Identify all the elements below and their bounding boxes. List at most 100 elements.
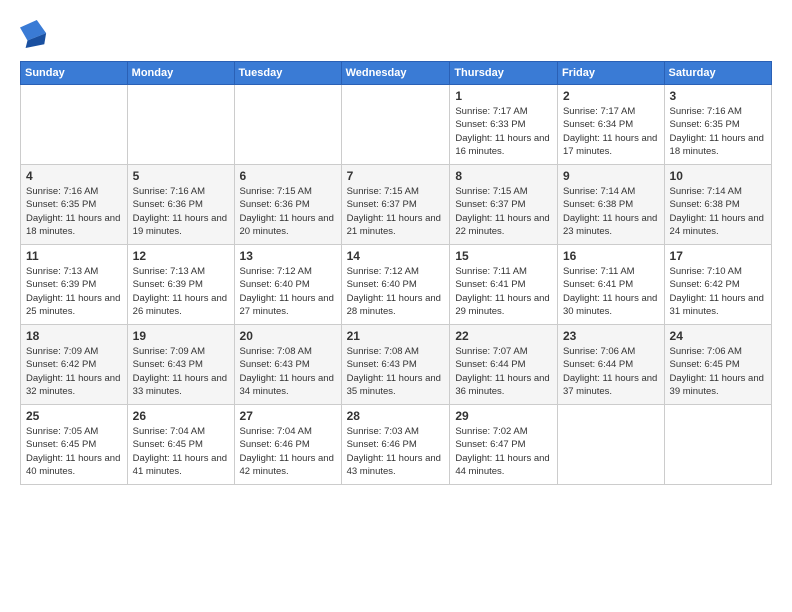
weekday-header: Monday (127, 62, 234, 85)
calendar-cell: 17Sunrise: 7:10 AMSunset: 6:42 PMDayligh… (664, 245, 771, 325)
day-number: 16 (563, 249, 659, 263)
calendar-cell: 23 Sunrise: 7:06 AMSunset: 6:44 PMDayligh… (557, 325, 664, 405)
calendar-cell: 22 Sunrise: 7:07 AMSunset: 6:44 PMDayligh… (450, 325, 558, 405)
day-info: Sunrise: 7:14 AMSunset: 6:38 PMDaylight:… (670, 185, 766, 238)
calendar-cell: 10 Sunrise: 7:14 AMSunset: 6:38 PMDayligh… (664, 165, 771, 245)
day-number: 28 (347, 409, 445, 423)
day-info: Sunrise: 7:04 AMSunset: 6:45 PMDaylight:… (133, 425, 229, 478)
day-info: Sunrise: 7:05 AMSunset: 6:45 PMDaylight:… (26, 425, 122, 478)
day-number: 26 (133, 409, 229, 423)
calendar-cell: 21 Sunrise: 7:08 AMSunset: 6:43 PMDayligh… (341, 325, 450, 405)
day-number: 11 (26, 249, 122, 263)
calendar-cell (127, 85, 234, 165)
day-info: Sunrise: 7:15 AMSunset: 6:37 PMDaylight:… (347, 185, 445, 238)
day-info: Sunrise: 7:08 AMSunset: 6:43 PMDaylight:… (240, 345, 336, 398)
calendar-cell (234, 85, 341, 165)
day-info: Sunrise: 7:11 AMSunset: 6:41 PMDaylight:… (455, 265, 552, 318)
day-number: 1 (455, 89, 552, 103)
weekday-header: Wednesday (341, 62, 450, 85)
day-info: Sunrise: 7:04 AMSunset: 6:46 PMDaylight:… (240, 425, 336, 478)
day-info: Sunrise: 7:15 AMSunset: 6:36 PMDaylight:… (240, 185, 336, 238)
day-info: Sunrise: 7:16 AMSunset: 6:35 PMDaylight:… (670, 105, 766, 158)
calendar-cell: 1 Sunrise: 7:17 AMSunset: 6:33 PMDaylight… (450, 85, 558, 165)
weekday-header: Tuesday (234, 62, 341, 85)
weekday-header: Thursday (450, 62, 558, 85)
day-info: Sunrise: 7:16 AMSunset: 6:35 PMDaylight:… (26, 185, 122, 238)
calendar-cell: 2 Sunrise: 7:17 AMSunset: 6:34 PMDaylight… (557, 85, 664, 165)
calendar-cell: 3 Sunrise: 7:16 AMSunset: 6:35 PMDaylight… (664, 85, 771, 165)
calendar-cell: 9 Sunrise: 7:14 AMSunset: 6:38 PMDaylight… (557, 165, 664, 245)
day-number: 3 (670, 89, 766, 103)
calendar-cell: 8Sunrise: 7:15 AMSunset: 6:37 PMDaylight… (450, 165, 558, 245)
day-number: 15 (455, 249, 552, 263)
title-area (52, 16, 772, 18)
day-info: Sunrise: 7:07 AMSunset: 6:44 PMDaylight:… (455, 345, 552, 398)
day-info: Sunrise: 7:03 AMSunset: 6:46 PMDaylight:… (347, 425, 445, 478)
day-info: Sunrise: 7:06 AMSunset: 6:45 PMDaylight:… (670, 345, 766, 398)
day-info: Sunrise: 7:12 AMSunset: 6:40 PMDaylight:… (240, 265, 336, 318)
day-number: 22 (455, 329, 552, 343)
day-number: 6 (240, 169, 336, 183)
day-number: 8 (455, 169, 552, 183)
calendar-cell: 20 Sunrise: 7:08 AMSunset: 6:43 PMDayligh… (234, 325, 341, 405)
logo (20, 20, 52, 53)
calendar-cell (21, 85, 128, 165)
day-number: 18 (26, 329, 122, 343)
calendar-cell: 16 Sunrise: 7:11 AMSunset: 6:41 PMDayligh… (557, 245, 664, 325)
day-number: 7 (347, 169, 445, 183)
calendar-cell: 29 Sunrise: 7:02 AMSunset: 6:47 PMDayligh… (450, 405, 558, 485)
day-number: 14 (347, 249, 445, 263)
day-info: Sunrise: 7:16 AMSunset: 6:36 PMDaylight:… (133, 185, 229, 238)
calendar-cell: 6 Sunrise: 7:15 AMSunset: 6:36 PMDaylight… (234, 165, 341, 245)
calendar-cell: 27 Sunrise: 7:04 AMSunset: 6:46 PMDayligh… (234, 405, 341, 485)
weekday-header: Saturday (664, 62, 771, 85)
day-number: 12 (133, 249, 229, 263)
calendar-cell: 11 Sunrise: 7:13 AMSunset: 6:39 PMDayligh… (21, 245, 128, 325)
day-info: Sunrise: 7:13 AMSunset: 6:39 PMDaylight:… (26, 265, 122, 318)
day-info: Sunrise: 7:02 AMSunset: 6:47 PMDaylight:… (455, 425, 552, 478)
calendar-cell: 4 Sunrise: 7:16 AMSunset: 6:35 PMDaylight… (21, 165, 128, 245)
logo-icon (20, 20, 48, 53)
day-number: 9 (563, 169, 659, 183)
weekday-header: Sunday (21, 62, 128, 85)
calendar-cell: 18 Sunrise: 7:09 AMSunset: 6:42 PMDayligh… (21, 325, 128, 405)
day-number: 17 (670, 249, 766, 263)
calendar-table: SundayMondayTuesdayWednesdayThursdayFrid… (20, 61, 772, 485)
calendar-cell: 5 Sunrise: 7:16 AMSunset: 6:36 PMDaylight… (127, 165, 234, 245)
day-info: Sunrise: 7:12 AMSunset: 6:40 PMDaylight:… (347, 265, 445, 318)
day-info: Sunrise: 7:09 AMSunset: 6:43 PMDaylight:… (133, 345, 229, 398)
day-info: Sunrise: 7:08 AMSunset: 6:43 PMDaylight:… (347, 345, 445, 398)
calendar-cell: 24 Sunrise: 7:06 AMSunset: 6:45 PMDayligh… (664, 325, 771, 405)
day-info: Sunrise: 7:11 AMSunset: 6:41 PMDaylight:… (563, 265, 659, 318)
day-info: Sunrise: 7:09 AMSunset: 6:42 PMDaylight:… (26, 345, 122, 398)
day-number: 5 (133, 169, 229, 183)
calendar-cell: 12 Sunrise: 7:13 AMSunset: 6:39 PMDayligh… (127, 245, 234, 325)
day-number: 24 (670, 329, 766, 343)
day-number: 4 (26, 169, 122, 183)
calendar-cell: 7 Sunrise: 7:15 AMSunset: 6:37 PMDaylight… (341, 165, 450, 245)
day-number: 25 (26, 409, 122, 423)
header (20, 16, 772, 53)
day-number: 20 (240, 329, 336, 343)
day-number: 29 (455, 409, 552, 423)
day-number: 13 (240, 249, 336, 263)
day-info: Sunrise: 7:17 AMSunset: 6:33 PMDaylight:… (455, 105, 552, 158)
day-info: Sunrise: 7:13 AMSunset: 6:39 PMDaylight:… (133, 265, 229, 318)
day-number: 23 (563, 329, 659, 343)
calendar-cell: 26 Sunrise: 7:04 AMSunset: 6:45 PMDayligh… (127, 405, 234, 485)
calendar-cell: 28 Sunrise: 7:03 AMSunset: 6:46 PMDayligh… (341, 405, 450, 485)
calendar-cell: 25 Sunrise: 7:05 AMSunset: 6:45 PMDayligh… (21, 405, 128, 485)
day-number: 2 (563, 89, 659, 103)
day-number: 10 (670, 169, 766, 183)
day-number: 21 (347, 329, 445, 343)
calendar-cell: 19 Sunrise: 7:09 AMSunset: 6:43 PMDayligh… (127, 325, 234, 405)
calendar-cell (664, 405, 771, 485)
day-number: 27 (240, 409, 336, 423)
day-number: 19 (133, 329, 229, 343)
calendar-cell (557, 405, 664, 485)
day-info: Sunrise: 7:14 AMSunset: 6:38 PMDaylight:… (563, 185, 659, 238)
calendar-cell: 15 Sunrise: 7:11 AMSunset: 6:41 PMDayligh… (450, 245, 558, 325)
calendar-cell: 14 Sunrise: 7:12 AMSunset: 6:40 PMDayligh… (341, 245, 450, 325)
day-info: Sunrise: 7:17 AMSunset: 6:34 PMDaylight:… (563, 105, 659, 158)
day-info: Sunrise: 7:06 AMSunset: 6:44 PMDaylight:… (563, 345, 659, 398)
